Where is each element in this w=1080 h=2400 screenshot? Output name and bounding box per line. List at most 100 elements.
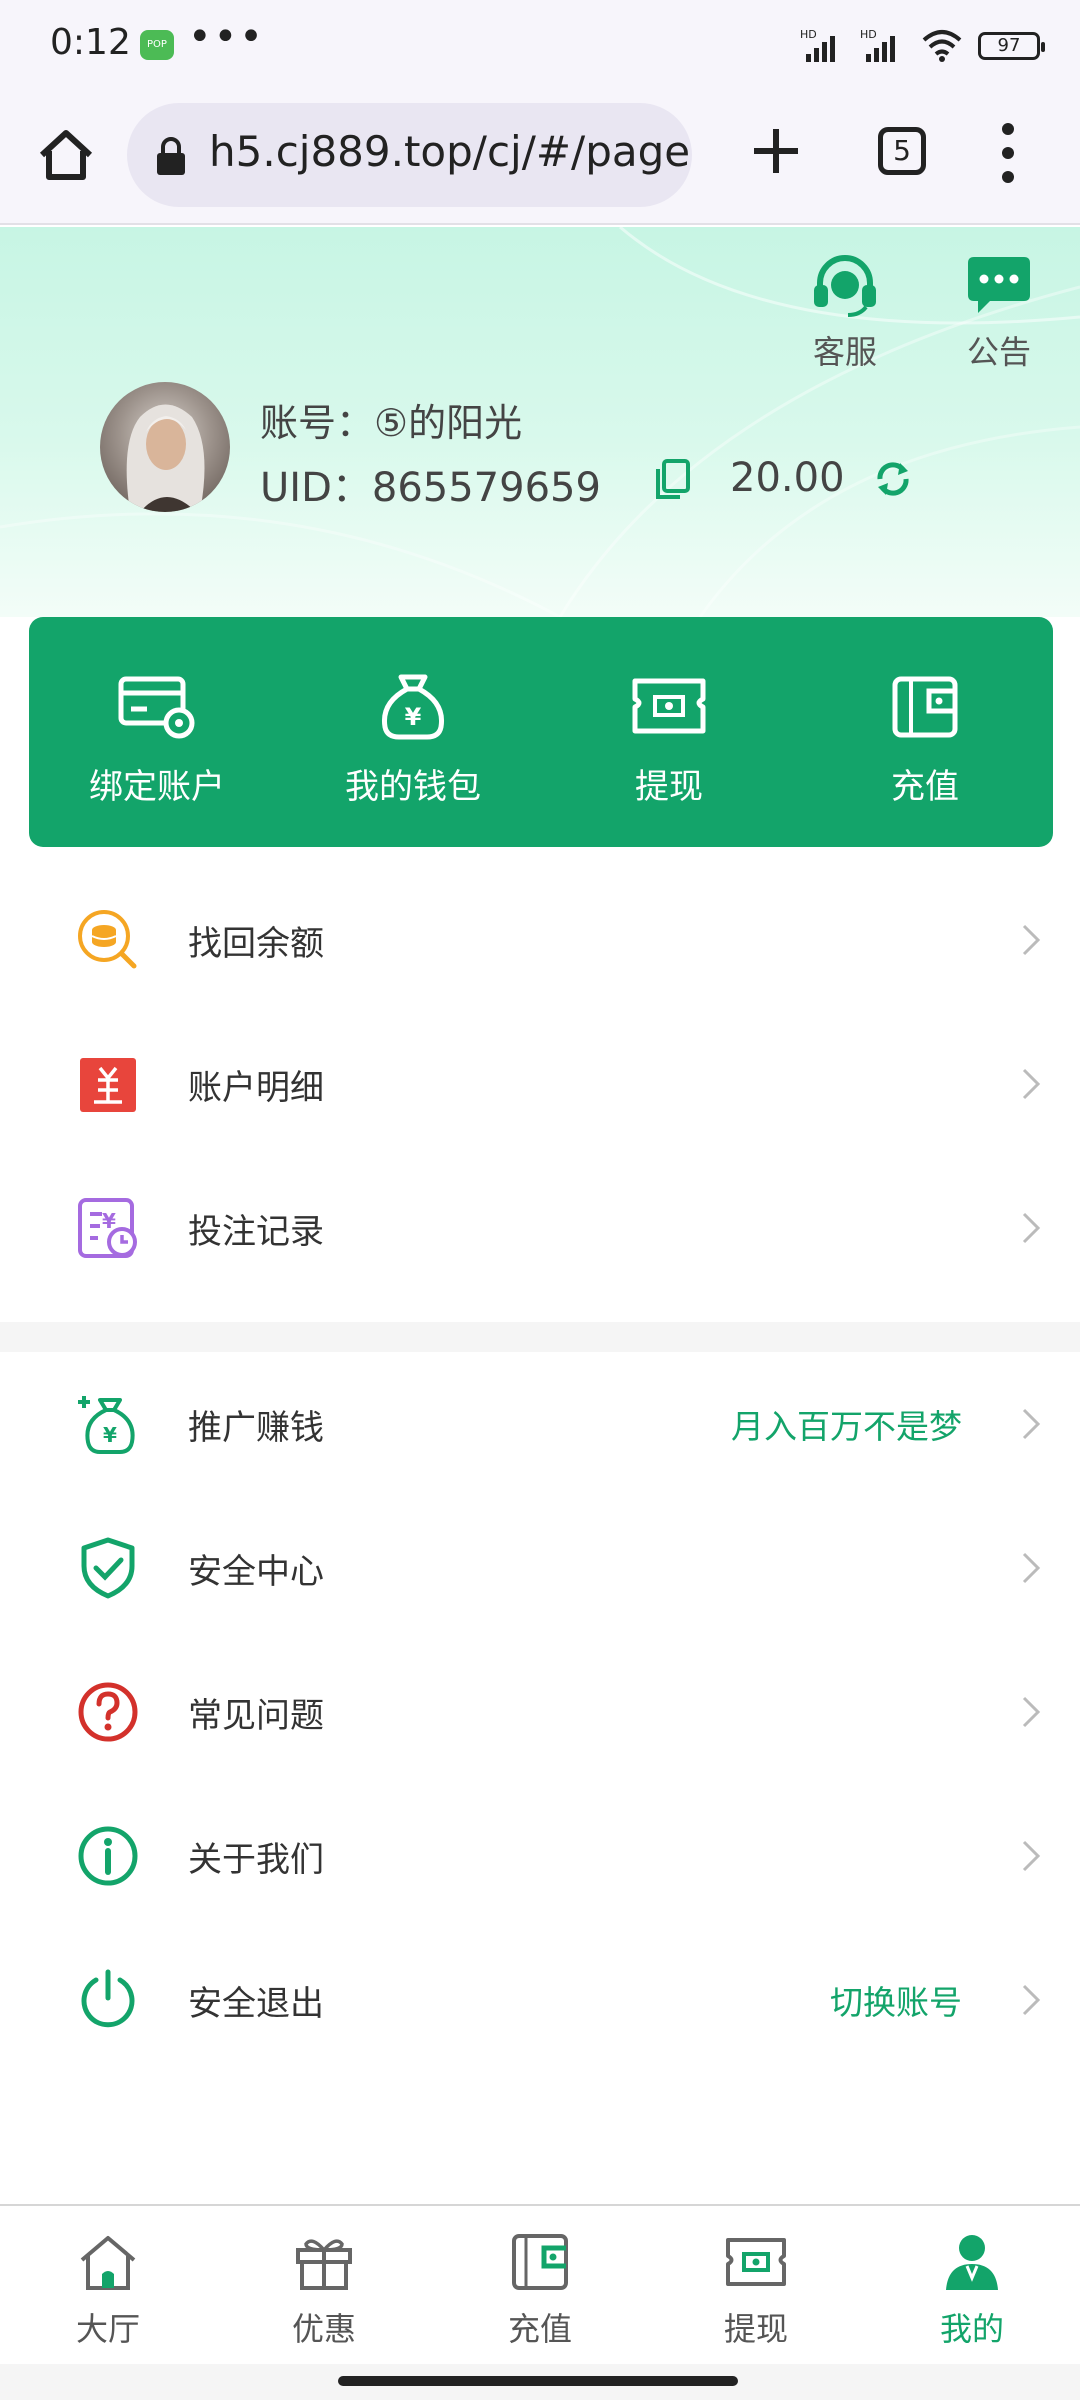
nav-label: 我的 <box>939 2310 1004 2348</box>
status-bar: 0:12 POP ••• HD HD 97 <box>0 0 1080 95</box>
menu-row-label: 找回余额 <box>188 924 324 964</box>
menu-row-account-details[interactable]: 账户明细 <box>0 1012 1080 1156</box>
quick-action-label: 我的钱包 <box>345 767 481 807</box>
menu-row-logout[interactable]: 安全退出 切换账号 <box>0 1928 1080 2072</box>
card-settings-icon <box>118 676 195 739</box>
quick-action-label: 提现 <box>635 767 703 807</box>
section-divider <box>0 1322 1080 1352</box>
menu-row-recover-balance[interactable]: 找回余额 <box>0 868 1080 1012</box>
ticket-cash-icon <box>632 678 706 734</box>
wifi-icon <box>922 30 962 62</box>
browser-menu-icon[interactable] <box>998 123 1018 183</box>
svg-text:HD: HD <box>800 28 817 41</box>
account-name: 账号：⑤的阳光 <box>260 401 523 445</box>
message-icon <box>968 257 1030 313</box>
svg-text:¥: ¥ <box>103 1423 117 1447</box>
nav-lobby[interactable]: 大厅 <box>0 2206 216 2364</box>
more-notifications-icon: ••• <box>188 14 265 60</box>
copy-icon[interactable] <box>652 457 692 501</box>
promo-bag-icon: ¥ <box>78 1396 135 1454</box>
switch-account-link[interactable]: 切换账号 <box>830 1976 962 2024</box>
menu-row-about-us[interactable]: 关于我们 <box>0 1784 1080 1928</box>
quick-actions-panel: 绑定账户 ¥ 我的钱包 提现 充值 <box>29 617 1053 847</box>
customer-service-button[interactable]: 客服 <box>800 255 890 373</box>
service-menu: ¥ 推广赚钱 月入百万不是梦 安全中心 常见问题 关于我们 安全退出 切换账号 <box>0 1352 1080 2072</box>
chevron-right-icon <box>1022 1840 1041 1872</box>
status-indicators: HD HD 97 <box>800 26 1045 66</box>
signal-2-icon: HD <box>860 28 895 62</box>
yen-document-icon <box>80 1058 136 1112</box>
nav-mine[interactable]: 我的 <box>864 2206 1080 2364</box>
address-bar[interactable]: h5.cj889.top/cj/#/pages <box>127 103 692 207</box>
nav-label: 充值 <box>507 2310 572 2348</box>
customer-service-label: 客服 <box>812 333 877 371</box>
menu-row-label: 安全退出 <box>188 1984 324 2024</box>
menu-row-label: 安全中心 <box>188 1552 324 1592</box>
menu-row-label: 账户明细 <box>188 1068 324 1108</box>
tab-switcher-button[interactable]: 5 <box>878 127 926 175</box>
bind-account-button[interactable]: 绑定账户 <box>29 617 285 847</box>
browser-home-icon[interactable] <box>36 125 96 185</box>
status-time: 0:12 <box>50 22 131 63</box>
announcement-button[interactable]: 公告 <box>954 255 1044 373</box>
chevron-right-icon <box>1022 1068 1041 1100</box>
battery-icon: 97 <box>978 32 1045 60</box>
wallet-icon <box>892 676 958 738</box>
recharge-button[interactable]: 充值 <box>797 617 1053 847</box>
account-menu: 找回余额 账户明细 ¥ 投注记录 <box>0 868 1080 1300</box>
my-wallet-button[interactable]: ¥ 我的钱包 <box>285 617 541 847</box>
nav-recharge[interactable]: 充值 <box>432 2206 648 2364</box>
avatar-portrait <box>126 404 205 512</box>
chevron-right-icon <box>1022 1696 1041 1728</box>
quick-action-label: 充值 <box>891 767 959 807</box>
power-icon <box>81 1969 135 2028</box>
home-icon <box>80 2236 136 2290</box>
nav-label: 提现 <box>723 2310 788 2348</box>
chevron-right-icon <box>1022 1408 1041 1440</box>
nav-withdraw[interactable]: 提现 <box>648 2206 864 2364</box>
profile-header: 客服 公告 账号：⑤的阳光 UID：865579659 20.00 <box>0 227 1080 617</box>
menu-row-label: 投注记录 <box>188 1212 324 1252</box>
avatar[interactable] <box>100 382 230 512</box>
question-icon <box>78 1682 138 1742</box>
svg-text:¥: ¥ <box>405 703 422 731</box>
menu-row-label: 常见问题 <box>188 1696 324 1736</box>
chevron-right-icon <box>1022 1212 1041 1244</box>
promotion-slogan: 月入百万不是梦 <box>731 1407 962 1446</box>
menu-row-label: 推广赚钱 <box>188 1408 324 1448</box>
user-icon <box>946 2235 998 2290</box>
info-icon <box>78 1826 138 1886</box>
chevron-right-icon <box>1022 1984 1041 2016</box>
menu-row-bet-records[interactable]: ¥ 投注记录 <box>0 1156 1080 1300</box>
coin-search-icon <box>78 910 137 969</box>
uid-text: UID：865579659 <box>260 465 601 511</box>
wallet-icon <box>512 2234 568 2290</box>
money-bag-icon: ¥ <box>381 674 445 740</box>
gesture-handle[interactable] <box>338 2376 738 2386</box>
refresh-icon[interactable] <box>870 457 916 501</box>
chevron-right-icon <box>1022 1552 1041 1584</box>
gift-icon <box>296 2239 352 2290</box>
nav-label: 优惠 <box>291 2310 356 2348</box>
chevron-right-icon <box>1022 924 1041 956</box>
menu-row-label: 关于我们 <box>188 1840 324 1880</box>
bet-record-icon: ¥ <box>78 1198 137 1258</box>
url-text[interactable]: h5.cj889.top/cj/#/pages <box>209 127 692 176</box>
quick-action-label: 绑定账户 <box>89 767 225 807</box>
menu-row-security-center[interactable]: 安全中心 <box>0 1496 1080 1640</box>
browser-toolbar: h5.cj889.top/cj/#/pages 5 <box>0 95 1080 225</box>
nav-label: 大厅 <box>75 2310 140 2348</box>
announcement-label: 公告 <box>966 333 1031 371</box>
svg-text:HD: HD <box>860 28 877 41</box>
nav-promotions[interactable]: 优惠 <box>216 2206 432 2364</box>
signal-icon: HD <box>800 28 835 62</box>
menu-row-faq[interactable]: 常见问题 <box>0 1640 1080 1784</box>
withdraw-button[interactable]: 提现 <box>541 617 797 847</box>
balance-amount: 20.00 <box>730 455 845 501</box>
headset-icon <box>814 255 876 317</box>
new-tab-icon[interactable] <box>748 123 804 179</box>
bottom-navigation: 大厅 优惠 充值 提现 我的 <box>0 2204 1080 2364</box>
ticket-cash-icon <box>726 2238 786 2286</box>
pop-app-icon: POP <box>140 30 174 60</box>
menu-row-promotion[interactable]: ¥ 推广赚钱 月入百万不是梦 <box>0 1352 1080 1496</box>
